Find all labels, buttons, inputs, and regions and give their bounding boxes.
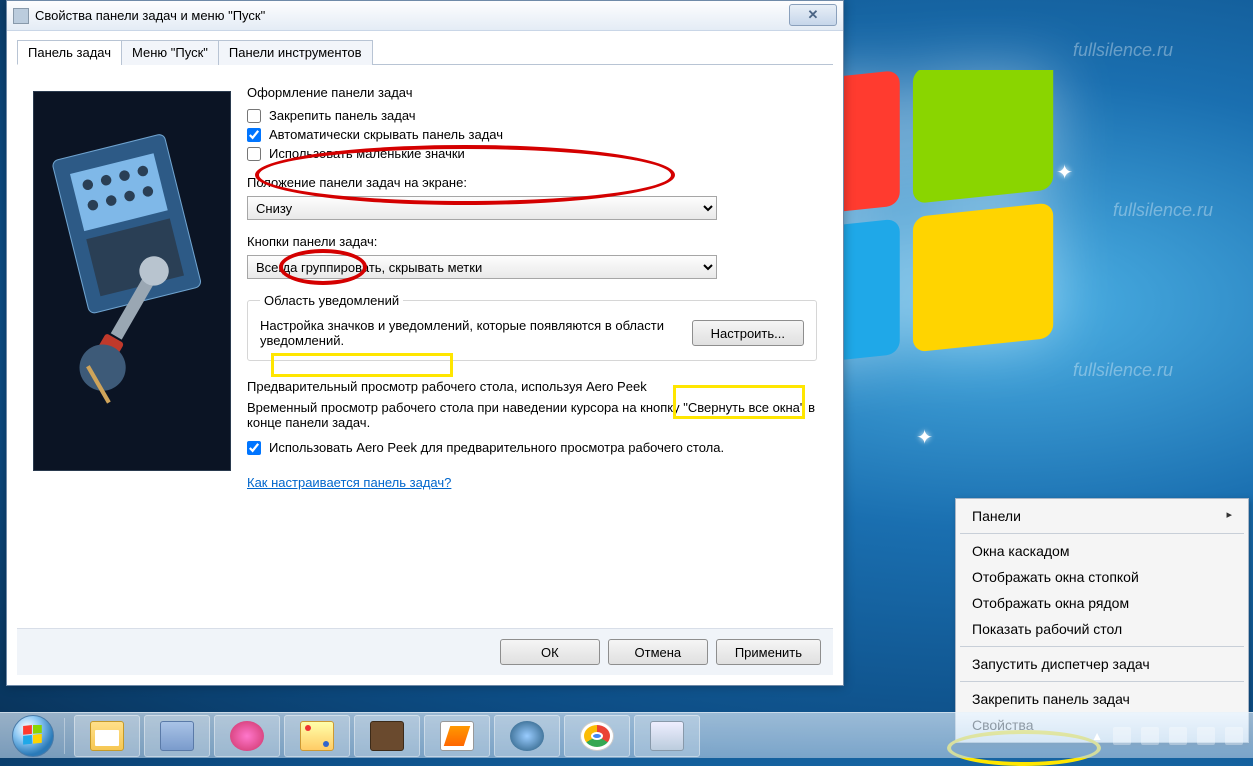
illustration-panel [33,91,231,471]
chrome-icon [580,721,614,751]
sparkle-icon: ✦ [916,425,933,450]
dialog-titlebar[interactable]: Свойства панели задач и меню "Пуск" ✕ [7,1,843,31]
sparkle-icon: ✦ [1056,160,1073,185]
notification-area-group: Область уведомлений Настройка значков и … [247,293,817,361]
minecraft-icon [370,721,404,751]
ctx-separator [960,646,1244,647]
appearance-heading: Оформление панели задач [247,85,817,100]
tray-network-icon[interactable] [1197,727,1215,745]
ctx-sidebyside[interactable]: Отображать окна рядом [958,590,1246,616]
close-icon: ✕ [808,7,819,23]
taskbar[interactable]: ▲ [0,712,1253,758]
tray-icon[interactable] [1169,727,1187,745]
tray-volume-icon[interactable] [1225,727,1243,745]
ctx-show-desktop[interactable]: Показать рабочий стол [958,616,1246,642]
watermark-text: fullsilence.ru [1073,40,1173,61]
lock-taskbar-checkbox[interactable]: Закрепить панель задач [247,106,817,125]
ctx-lock-taskbar[interactable]: Закрепить панель задач [958,686,1246,712]
apply-button[interactable]: Применить [716,639,821,665]
taskbar-app-minecraft[interactable] [354,715,420,757]
watermark-text: fullsilence.ru [1073,360,1173,381]
close-button[interactable]: ✕ [789,4,837,26]
tray-icon[interactable] [1113,727,1131,745]
taskbar-separator [64,718,70,754]
tray-chevron-icon[interactable]: ▲ [1091,729,1103,743]
cancel-button[interactable]: Отмена [608,639,708,665]
aero-peek-checkbox[interactable]: Использовать Aero Peek для предварительн… [247,438,817,457]
scissors-tool-icon [230,721,264,751]
system-tray[interactable]: ▲ [1091,727,1249,745]
start-button[interactable] [4,715,62,757]
thunderbird-icon [510,721,544,751]
notification-area-legend: Область уведомлений [260,293,403,308]
small-icons-checkbox[interactable]: Использовать маленькие значки [247,144,817,163]
virtualbox-icon [160,721,194,751]
dialog-icon [13,8,29,24]
taskbar-app-file-explorer[interactable] [74,715,140,757]
taskbar-context-menu: Панели Окна каскадом Отображать окна сто… [955,498,1249,743]
tab-toolbars[interactable]: Панели инструментов [218,40,373,65]
system-settings-icon [650,721,684,751]
customize-button[interactable]: Настроить... [692,320,804,346]
ctx-stack[interactable]: Отображать окна стопкой [958,564,1246,590]
taskbar-app-notepadpp[interactable] [424,715,490,757]
dialog-title: Свойства панели задач и меню "Пуск" [35,8,789,23]
ctx-panels[interactable]: Панели [958,503,1246,529]
small-icons-input[interactable] [247,147,261,161]
file-explorer-icon [90,721,124,751]
taskbar-app-chrome[interactable] [564,715,630,757]
ok-button[interactable]: ОК [500,639,600,665]
position-label: Положение панели задач на экране: [247,175,817,190]
taskbar-properties-dialog: Свойства панели задач и меню "Пуск" ✕ Па… [6,0,844,686]
ctx-task-manager[interactable]: Запустить диспетчер задач [958,651,1246,677]
aero-peek-heading: Предварительный просмотр рабочего стола,… [247,379,817,394]
ctx-cascade[interactable]: Окна каскадом [958,538,1246,564]
ctx-separator [960,533,1244,534]
taskbar-app-virtualbox[interactable] [144,715,210,757]
aero-peek-desc: Временный просмотр рабочего стола при на… [247,400,817,430]
mspaint-icon [300,721,334,751]
aero-peek-input[interactable] [247,441,261,455]
taskbar-app-scissors-tool[interactable] [214,715,280,757]
help-link[interactable]: Как настраивается панель задач? [247,475,451,490]
ctx-separator [960,681,1244,682]
notification-area-text: Настройка значков и уведомлений, которые… [260,318,672,348]
watermark-text: fullsilence.ru [1113,200,1213,221]
autohide-input[interactable] [247,128,261,142]
tray-icon[interactable] [1141,727,1159,745]
notepadpp-icon [440,721,474,751]
tab-taskbar[interactable]: Панель задач [17,40,122,65]
lock-taskbar-input[interactable] [247,109,261,123]
autohide-checkbox[interactable]: Автоматически скрывать панель задач [247,125,817,144]
dialog-button-bar: ОК Отмена Применить [17,628,833,675]
taskbar-app-system-settings[interactable] [634,715,700,757]
dialog-tabs: Панель задач Меню "Пуск" Панели инструме… [17,39,833,65]
taskbar-app-thunderbird[interactable] [494,715,560,757]
buttons-combine-label: Кнопки панели задач: [247,234,817,249]
start-orb-icon [12,715,54,757]
position-select[interactable]: Снизу [247,196,717,220]
buttons-combine-select[interactable]: Всегда группировать, скрывать метки [247,255,717,279]
taskbar-app-mspaint[interactable] [284,715,350,757]
tab-start-menu[interactable]: Меню "Пуск" [121,40,219,65]
